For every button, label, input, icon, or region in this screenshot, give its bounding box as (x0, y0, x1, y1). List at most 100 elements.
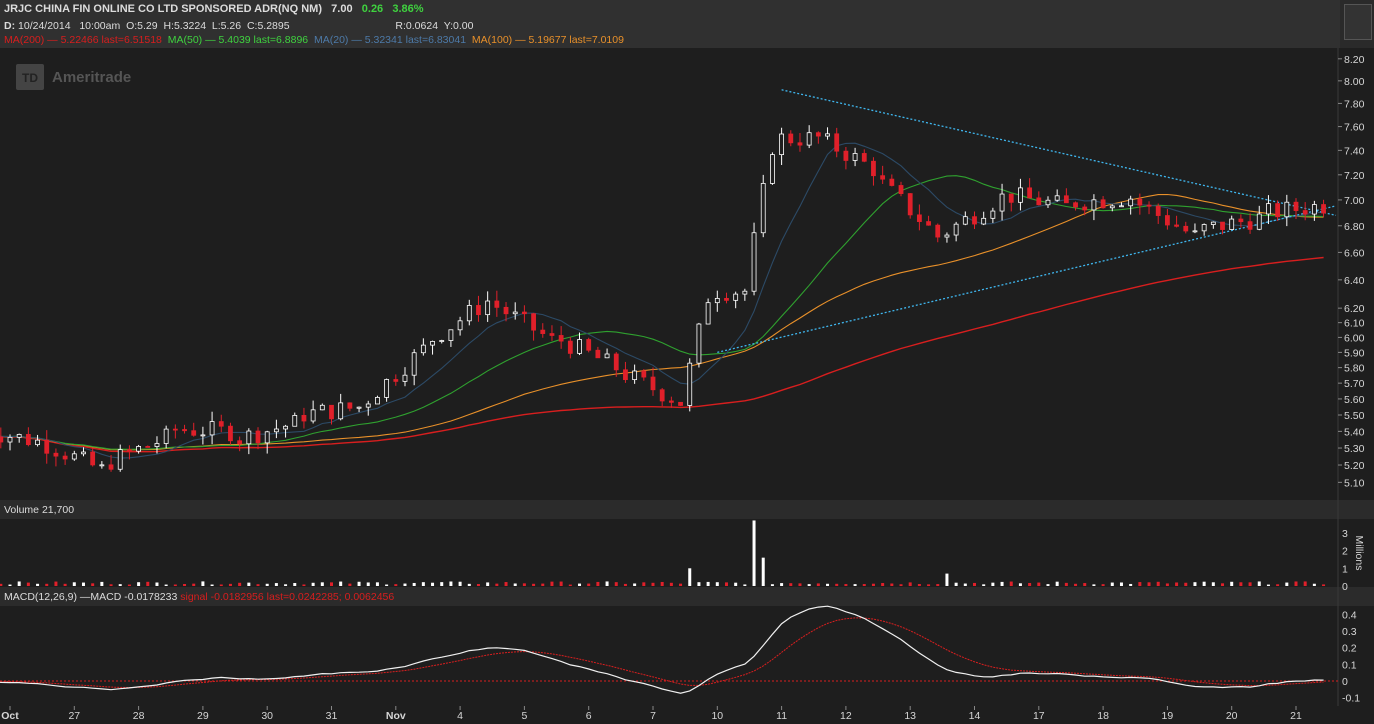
volume-bar (899, 584, 903, 586)
candle-body (972, 216, 977, 225)
volume-bar (807, 584, 811, 586)
volume-bar (1165, 583, 1169, 586)
volume-bar (164, 584, 168, 586)
candle-body (953, 223, 959, 236)
candle-body (935, 224, 941, 238)
volume-bar (302, 584, 306, 586)
volume-bar (366, 582, 370, 586)
price-tick-label: 6.20 (1344, 303, 1365, 315)
volume-bar (127, 584, 131, 586)
date-tick-label: 13 (904, 710, 916, 722)
candle-body (742, 290, 748, 295)
volume-bar (63, 583, 67, 586)
volume-bar (476, 584, 480, 586)
candle-body (62, 455, 68, 460)
candle-101 (907, 193, 913, 219)
candle-body (1155, 205, 1161, 216)
candle-body (420, 344, 426, 354)
volume-bar (1083, 583, 1087, 586)
volume-bar (219, 584, 223, 586)
volume-bar (853, 584, 857, 586)
price-tick-label: 5.60 (1344, 394, 1365, 406)
volume-bar (274, 583, 278, 586)
volume-bar (1037, 582, 1041, 586)
volume-bar (1138, 582, 1142, 586)
volume-bar (1221, 583, 1225, 586)
volume-bar (1248, 582, 1252, 586)
macd-tick-label: -0.1 (1342, 693, 1360, 705)
candle-body (926, 221, 931, 226)
candle-body (1183, 225, 1189, 232)
volume-bar (798, 583, 802, 586)
candle-body (871, 160, 876, 177)
volume-bar (1303, 581, 1307, 586)
volume-tick-label: 0 (1342, 581, 1348, 593)
price-tick-label: 5.50 (1344, 410, 1365, 422)
candle-body (733, 293, 739, 301)
candle-85 (760, 174, 766, 238)
candle-body (806, 132, 812, 146)
candle-body (825, 133, 830, 137)
candle-77 (687, 358, 693, 412)
candle-body (1054, 195, 1060, 201)
volume-bar (1276, 584, 1280, 586)
date-tick-label: 17 (1033, 710, 1045, 722)
volume-bar (375, 582, 379, 586)
price-tick-label: 7.00 (1344, 195, 1365, 207)
candle-body (1266, 203, 1271, 215)
candle-body (1128, 198, 1134, 207)
volume-bar (54, 581, 58, 586)
candle-body (1192, 230, 1198, 233)
candle-body (1293, 201, 1299, 211)
candle-body (384, 379, 390, 398)
date-tick-label: 27 (68, 710, 80, 722)
candle-body (1165, 215, 1170, 226)
date-tick-label: 28 (133, 710, 145, 722)
volume-bar (1147, 582, 1151, 586)
candle-body (843, 150, 849, 161)
candle-body (1045, 199, 1051, 206)
volume-bar (1193, 582, 1197, 586)
candle-body (365, 403, 371, 408)
candle-body (172, 428, 178, 431)
volume-bar (614, 582, 618, 586)
candle-body (283, 425, 288, 430)
candle-body (714, 298, 720, 304)
candle-body (613, 353, 619, 371)
price-tick-label: 6.00 (1344, 332, 1365, 344)
candle-body (393, 379, 399, 382)
candle-body (163, 428, 169, 444)
volume-bar (256, 584, 260, 586)
volume-bar (449, 581, 453, 586)
volume-bar (339, 581, 343, 586)
candle-body (1036, 197, 1042, 206)
volume-bar (394, 584, 398, 586)
volume-bar (945, 573, 949, 586)
volume-bar (743, 584, 747, 586)
volume-bar (311, 582, 315, 586)
chart-canvas[interactable]: TD Ameritrade 5.10 5.20 5.30 5.40 5.50 5.60 5.… (0, 0, 1374, 724)
price-tick-label: 7.40 (1344, 145, 1365, 157)
candle-body (632, 370, 638, 381)
candle-body (182, 429, 187, 432)
volume-bar (348, 583, 352, 586)
volume-bar (697, 582, 701, 586)
candle-body (558, 335, 564, 342)
volume-bar (155, 582, 159, 586)
candle-body (338, 402, 344, 420)
date-tick-label: 20 (1226, 710, 1238, 722)
candle-body (448, 329, 454, 341)
date-tick-label: 10 (711, 710, 723, 722)
candle-body (1109, 205, 1115, 209)
volume-bar (1211, 582, 1215, 586)
volume-bar (1239, 582, 1243, 586)
candle-body (788, 133, 794, 144)
date-tick-label: 21 (1290, 710, 1302, 722)
candle-body (35, 439, 40, 446)
candle-86 (770, 152, 775, 185)
candle-body (705, 302, 711, 325)
candle-body (1229, 218, 1235, 230)
volume-bar (1000, 581, 1004, 586)
candle-body (549, 333, 555, 336)
candle-body (1063, 195, 1069, 204)
